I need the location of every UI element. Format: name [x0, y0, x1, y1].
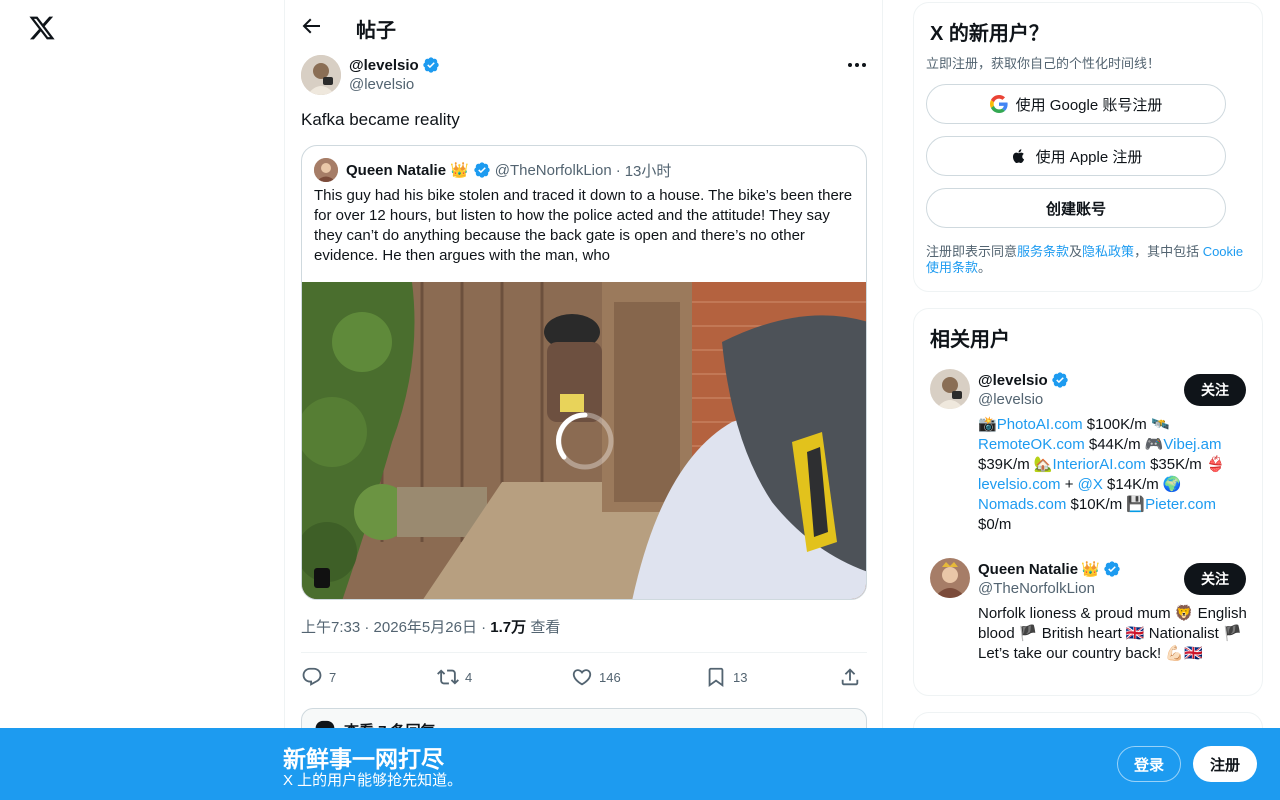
user-name: @levelsio	[978, 371, 1069, 389]
quote-header: Queen Natalie 👑 @TheNorfolkLion · 13小时	[314, 158, 671, 182]
quote-timestamp: 13小时	[624, 162, 672, 180]
more-options-icon[interactable]	[843, 55, 871, 75]
signup-title: X 的新用户？	[930, 23, 1049, 45]
create-account-button[interactable]: 创建账号	[926, 188, 1226, 228]
user-bio: 📸PhotoAI.com $100K/m 🛰️ RemoteOK.com $44…	[978, 416, 1225, 533]
reply-button[interactable]: 7	[301, 664, 336, 690]
author-avatar[interactable]	[301, 55, 341, 95]
separator-dot: ·	[481, 619, 487, 636]
author-handle[interactable]: @levelsio	[349, 76, 414, 93]
view-count: 1.7万	[490, 619, 527, 636]
author-name[interactable]: @levelsio	[349, 56, 440, 74]
quote-tweet[interactable]: Queen Natalie 👑 @TheNorfolkLion · 13小时 T…	[301, 145, 867, 600]
verified-badge-icon	[474, 162, 490, 178]
bookmark-count: 13	[733, 669, 748, 685]
signup-subtitle: 立即注册，获取你自己的个性化时间线！	[926, 56, 1161, 71]
terms-text: 注册即表示同意服务条款及隐私政策，其中包括 Cookie 使用条款。	[926, 244, 1244, 275]
separator-dot: ·	[364, 619, 370, 636]
verified-badge-icon	[422, 57, 439, 73]
main-column: 帖子 @levelsio @levelsio Kafka became real…	[284, 0, 883, 800]
tweet-time[interactable]: 上午7:33	[301, 619, 360, 636]
user-handle: @TheNorfolkLion	[978, 580, 1095, 597]
related-users-card: 相关用户 @levelsio @levelsio 关注 📸PhotoAI.com…	[913, 308, 1263, 696]
avatar[interactable]	[930, 369, 970, 409]
bio-mention-link[interactable]: @X	[1078, 476, 1103, 493]
bio-link[interactable]: Vibej.am	[1163, 436, 1221, 453]
tweet-meta: 上午7:33 · 2026年5月26日 · 1.7万 查看	[301, 616, 560, 637]
share-icon	[841, 668, 859, 686]
separator-dot: ·	[615, 161, 621, 179]
tweet-date[interactable]: 2026年5月26日	[374, 619, 477, 636]
crown-emoji: 👑	[450, 162, 469, 179]
like-count: 146	[599, 669, 621, 685]
user-handle: @levelsio	[978, 391, 1044, 408]
views-label: 查看	[530, 619, 561, 636]
google-icon	[989, 95, 1008, 113]
right-sidebar: X 的新用户？ 立即注册，获取你自己的个性化时间线！ 使用 Google 账号注…	[913, 0, 1263, 800]
user-name: Queen Natalie 👑	[978, 560, 1121, 578]
bio-link[interactable]: Nomads.com	[978, 496, 1066, 513]
repost-button[interactable]: 4	[437, 664, 472, 690]
terms-of-service-link[interactable]: 服务条款	[1017, 244, 1069, 259]
signup-button[interactable]: 注册	[1193, 746, 1257, 782]
page-title: 帖子	[356, 20, 396, 42]
quote-author-handle: @TheNorfolkLion	[494, 161, 612, 179]
x-logo-icon[interactable]	[28, 14, 56, 42]
page-header: 帖子	[285, 0, 883, 53]
verified-badge-icon	[1104, 561, 1120, 577]
back-arrow-icon[interactable]	[299, 14, 323, 38]
quote-video[interactable]	[302, 282, 866, 599]
verified-badge-icon	[1051, 372, 1068, 388]
google-signup-label: 使用 Google 账号注册	[1015, 96, 1163, 114]
quote-avatar	[314, 158, 338, 182]
tweet-text: Kafka became reality	[301, 110, 460, 129]
bio-link[interactable]: levelsio.com	[978, 476, 1061, 493]
share-button[interactable]	[839, 664, 861, 690]
apple-signup-button[interactable]: 使用 Apple 注册	[926, 136, 1226, 176]
tweet-actions: 7 4 146 13	[301, 664, 867, 690]
bio-link[interactable]: RemoteOK.com	[978, 436, 1085, 453]
repost-count: 4	[465, 669, 473, 685]
banner-subtitle: X 上的用户能够抢先知道。	[283, 772, 463, 789]
follow-button[interactable]: 关注	[1184, 563, 1246, 595]
reply-count: 7	[329, 669, 337, 685]
repost-icon	[437, 669, 459, 685]
reply-icon	[302, 667, 322, 686]
signup-banner: 新鲜事一网打尽 X 上的用户能够抢先知道。 登录 注册	[0, 728, 1280, 800]
apple-icon	[1012, 149, 1024, 163]
like-button[interactable]: 146	[571, 664, 621, 690]
bio-link[interactable]: InteriorAI.com	[1053, 456, 1146, 473]
apple-signup-label: 使用 Apple 注册	[1035, 148, 1143, 166]
user-bio: Norfolk lioness & proud mum 🦁 English bl…	[978, 605, 1247, 662]
bio-link[interactable]: Pieter.com	[1145, 496, 1216, 513]
bio-link[interactable]: PhotoAI.com	[997, 416, 1083, 433]
heart-icon	[572, 669, 592, 686]
divider	[301, 652, 867, 653]
quote-text: This guy had his bike stolen and traced …	[314, 187, 853, 264]
follow-button[interactable]: 关注	[1184, 374, 1246, 406]
google-signup-button[interactable]: 使用 Google 账号注册	[926, 84, 1226, 124]
quote-author-name: Queen Natalie	[346, 161, 447, 179]
bookmark-icon	[708, 667, 724, 688]
signup-card: X 的新用户？ 立即注册，获取你自己的个性化时间线！ 使用 Google 账号注…	[913, 2, 1263, 292]
crown-emoji: 👑	[1081, 561, 1100, 578]
login-button[interactable]: 登录	[1117, 746, 1181, 782]
bookmark-button[interactable]: 13	[705, 664, 747, 690]
privacy-policy-link[interactable]: 隐私政策	[1082, 244, 1134, 259]
left-nav	[0, 0, 284, 800]
related-users-title: 相关用户	[930, 329, 1010, 351]
avatar[interactable]	[930, 558, 970, 598]
